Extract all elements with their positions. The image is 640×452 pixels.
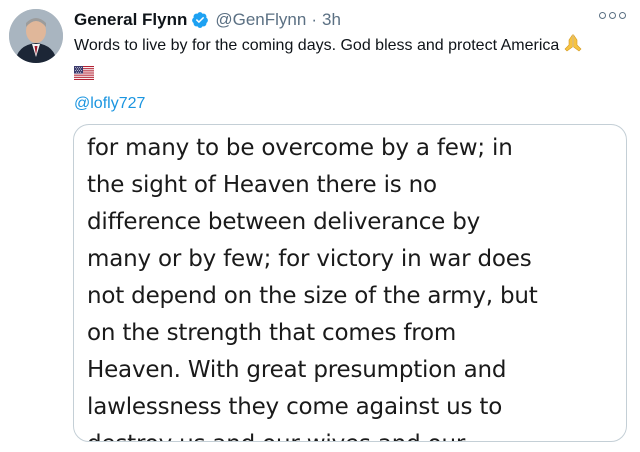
tweet: General Flynn @GenFlynn · 3h Words to li…: [0, 0, 640, 452]
media-text-line: lawlessness they come against us to: [87, 394, 503, 420]
tweet-text: Words to live by for the coming days. Go…: [74, 33, 620, 80]
display-name[interactable]: General Flynn: [74, 10, 187, 30]
media-text-line: for many to be overcome by a few; in: [87, 135, 513, 161]
praying-hands-icon: [563, 33, 583, 59]
media-text-line: not depend on the size of the army, but: [87, 283, 538, 309]
us-flag-icon: [74, 65, 94, 80]
tweet-header: General Flynn @GenFlynn · 3h: [74, 8, 341, 32]
media-text: for many to be overcome by a few; in the…: [87, 130, 617, 441]
verified-badge-icon: [191, 11, 209, 29]
tweet-text-content: Words to live by for the coming days. Go…: [74, 37, 560, 54]
media-text-line: destroy us and our wives and our: [87, 426, 617, 441]
media-text-line: the sight of Heaven there is no: [87, 172, 437, 198]
media-text-line: difference between deliverance by: [87, 209, 481, 235]
mention-link[interactable]: @lofly727: [74, 95, 145, 113]
handle[interactable]: @GenFlynn: [215, 10, 306, 30]
media-text-line: many or by few; for victory in war does: [87, 246, 532, 272]
avatar[interactable]: [9, 9, 63, 63]
media-card[interactable]: for many to be overcome by a few; in the…: [73, 124, 627, 442]
timestamp[interactable]: 3h: [322, 10, 341, 30]
media-text-line: on the strength that comes from: [87, 320, 457, 346]
more-options-icon[interactable]: [599, 12, 626, 19]
media-text-line: Heaven. With great presumption and: [87, 357, 507, 383]
separator-dot: ·: [311, 10, 318, 29]
